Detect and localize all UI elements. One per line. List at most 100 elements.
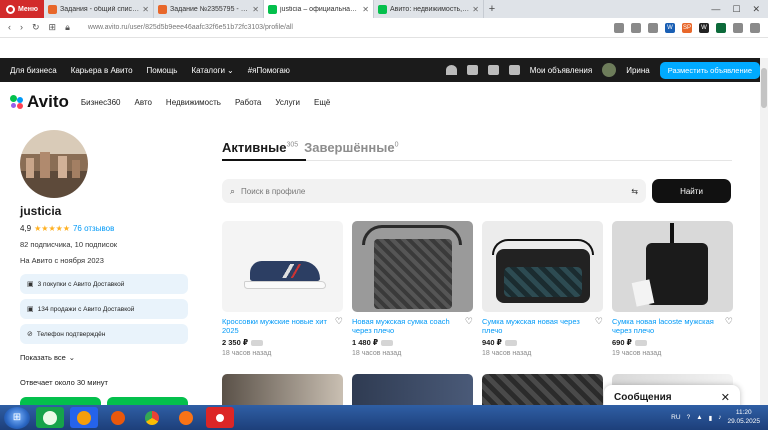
network-icon[interactable]: ▮ [709, 414, 713, 422]
delivery-icon [381, 339, 394, 346]
top-link-ihelp[interactable]: #яПомогаю [248, 66, 290, 75]
listing-price: 2 350 ₽ [222, 338, 343, 347]
listing-title[interactable]: Кроссовки мужские новые хит 2025 [222, 317, 330, 335]
counter-extension-icon[interactable] [716, 22, 726, 33]
search-icon: ⌕ [230, 185, 236, 196]
taskbar-firefox-icon[interactable] [172, 407, 200, 428]
help-icon[interactable]: ? [687, 414, 691, 421]
snapshot-icon[interactable] [614, 22, 624, 33]
top-link-catalogs[interactable]: Каталоги ⌄ [191, 66, 233, 75]
browser-tab-active[interactable]: justicia – официальная стр... ✕ [264, 0, 374, 18]
search-input[interactable]: Поиск в профиле [241, 187, 305, 196]
badge-label: 3 покупки с Авито Доставкой [37, 280, 125, 288]
show-all-link[interactable]: Показать все ⌄ [20, 353, 190, 362]
close-icon[interactable]: ✕ [721, 391, 730, 404]
site-favicon-icon [158, 4, 167, 14]
lock-icon: 🔒︎ [65, 22, 70, 32]
opera-menu-button[interactable]: Меню [0, 0, 44, 18]
minimize-icon[interactable]: — [711, 4, 720, 14]
taskbar-opera-icon[interactable] [206, 407, 234, 428]
filter-icon[interactable]: ⇆ [631, 187, 638, 196]
taskbar-media-player-icon[interactable] [104, 407, 132, 428]
tab-close-icon[interactable]: ✕ [472, 5, 479, 14]
tab-close-icon[interactable]: ✕ [252, 5, 259, 14]
taskbar-clock[interactable]: 11:20 29.05.2025 [727, 409, 760, 425]
taskbar-app-2[interactable] [70, 407, 98, 428]
messages-icon[interactable] [466, 65, 478, 75]
tray-apps-icon[interactable]: ▲ [696, 414, 702, 421]
listing-card[interactable]: Новая мужская сумка coach через плечо ♡ … [352, 221, 473, 357]
badge-phone: ⊘ Телефон подтверждён [20, 324, 188, 344]
top-link-help[interactable]: Помощь [147, 66, 178, 75]
nav-business360[interactable]: Бизнес360 [81, 98, 121, 107]
favorite-heart-icon[interactable]: ♡ [335, 316, 343, 327]
listing-title[interactable]: Сумка новая lacoste мужская через плечо [612, 317, 720, 335]
browser-tab[interactable]: Задание №2355795 - про... ✕ [154, 0, 264, 18]
favorites-icon[interactable] [445, 65, 457, 75]
my-ads-link[interactable]: Мои объявления [530, 66, 592, 75]
tab-title: Задания - общий список ... [60, 5, 140, 13]
volume-icon[interactable]: ♪ [718, 414, 721, 421]
favorite-heart-icon[interactable]: ♡ [465, 316, 473, 327]
close-window-icon[interactable]: ✕ [752, 4, 760, 15]
nav-realty[interactable]: Недвижимость [166, 98, 221, 107]
new-tab-button[interactable]: + [484, 0, 500, 18]
tab-close-icon[interactable]: ✕ [142, 5, 149, 14]
menu-label: Меню [18, 5, 38, 13]
listing-image[interactable] [612, 221, 733, 312]
reload-icon[interactable]: ↻ [32, 22, 40, 33]
nav-more[interactable]: Ещё [314, 98, 330, 107]
listing-image[interactable] [482, 221, 603, 312]
post-ad-button[interactable]: Разместить объявление [659, 61, 760, 79]
top-link-business[interactable]: Для бизнеса [10, 66, 57, 75]
listing-card[interactable]: Сумка новая lacoste мужская через плечо … [612, 221, 733, 357]
user-name[interactable]: Ирина [626, 66, 650, 75]
tab-active-listings[interactable]: Активные305 [222, 140, 298, 155]
listing-title[interactable]: Сумка мужская новая через плечо [482, 317, 590, 335]
profile-search[interactable]: ⌕ Поиск в профиле ⇆ [222, 179, 646, 203]
listing-card[interactable]: Сумка мужская новая через плечо ♡ 940 ₽ … [482, 221, 603, 357]
scrollbar-thumb[interactable] [761, 68, 767, 108]
top-link-career[interactable]: Карьера в Авито [71, 66, 133, 75]
favorite-heart-icon[interactable]: ♡ [595, 316, 603, 327]
delivery-icon [504, 339, 517, 346]
start-button[interactable]: ⊞ [4, 406, 30, 429]
taskbar-chrome-icon[interactable] [138, 407, 166, 428]
catalogs-label: Каталоги [191, 65, 226, 75]
avito-logo[interactable]: Avito [0, 92, 69, 112]
rating-stars-icon: ★★★★★ [34, 224, 70, 233]
camera-icon[interactable] [631, 22, 641, 33]
profile-icon[interactable] [733, 22, 743, 33]
nav-jobs[interactable]: Работа [235, 98, 261, 107]
notifications-icon[interactable] [487, 65, 499, 75]
nav-services[interactable]: Услуги [275, 98, 300, 107]
tab-close-icon[interactable]: ✕ [362, 5, 369, 14]
listing-image[interactable] [222, 221, 343, 312]
cart-icon[interactable] [508, 65, 520, 75]
speed-dial-icon[interactable]: ⊞ [49, 22, 57, 33]
tab-finished-listings[interactable]: Завершённые0 [304, 140, 398, 155]
back-icon[interactable]: ‹ [8, 22, 11, 33]
reviews-link[interactable]: 76 отзывов [73, 224, 114, 233]
badge-sales: ▣ 134 продажи с Авито Доставкой [20, 299, 188, 319]
maximize-icon[interactable]: ☐ [732, 4, 740, 15]
taskbar-app-1[interactable] [36, 407, 64, 428]
favorite-heart-icon[interactable]: ♡ [725, 316, 733, 327]
page-scrollbar[interactable] [760, 58, 768, 405]
find-button[interactable]: Найти [652, 179, 731, 203]
url-field[interactable]: www.avito.ru/user/825d5b9eee46aafc32f6e5… [88, 24, 293, 31]
listing-image[interactable] [352, 221, 473, 312]
sp-extension-icon[interactable]: SP [682, 22, 692, 33]
language-indicator[interactable]: RU [671, 414, 680, 421]
word-extension-icon[interactable]: W [665, 22, 675, 33]
w-extension-icon[interactable]: W [699, 22, 709, 33]
browser-tab[interactable]: Задания - общий список ... ✕ [44, 0, 154, 18]
browser-tab[interactable]: Авито: недвижимость, тра... ✕ [374, 0, 484, 18]
forward-icon[interactable]: › [20, 22, 23, 33]
nav-auto[interactable]: Авто [134, 98, 151, 107]
user-avatar[interactable] [602, 63, 617, 77]
more-menu-icon[interactable] [750, 22, 760, 33]
bookmark-icon[interactable] [648, 22, 658, 33]
listing-title[interactable]: Новая мужская сумка coach через плечо [352, 317, 460, 335]
listing-card[interactable]: Кроссовки мужские новые хит 2025 ♡ 2 350… [222, 221, 343, 357]
